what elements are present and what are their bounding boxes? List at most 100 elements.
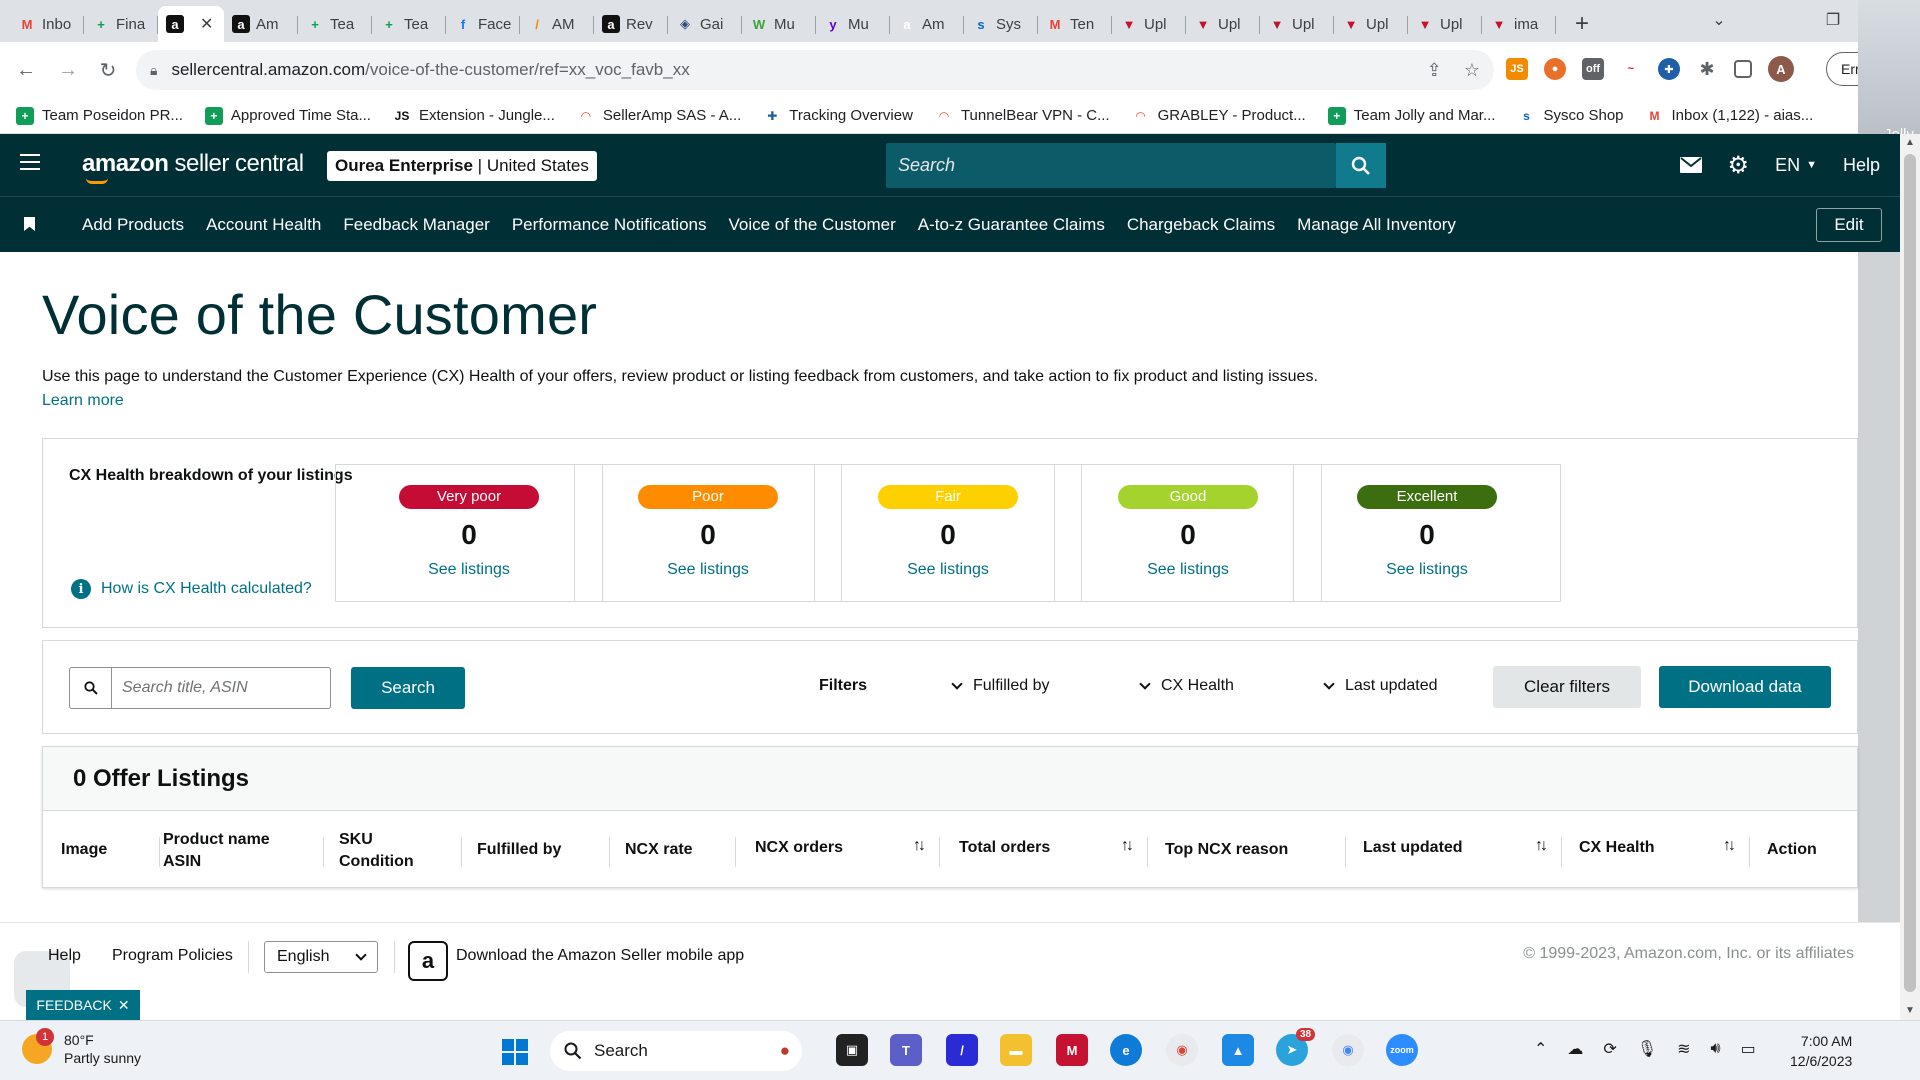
sort-icon[interactable]: ↑↓ (913, 837, 926, 855)
browser-tab[interactable]: y Mu (816, 6, 890, 42)
extensions-puzzle-icon[interactable]: ✱ (1696, 58, 1718, 80)
learn-more-link[interactable]: Learn more (42, 392, 124, 410)
bookmark-icon[interactable] (24, 217, 35, 231)
clear-filters-button[interactable]: Clear filters (1493, 666, 1641, 708)
wifi-icon[interactable]: ≋ (1677, 1039, 1690, 1059)
browser-tab[interactable]: ▼ Upl (1186, 6, 1260, 42)
taskbar-clock[interactable]: 7:00 AM 12/6/2023 (1790, 1031, 1852, 1071)
store-switcher[interactable]: Ourea Enterprise | United States (327, 151, 597, 181)
nav-link[interactable]: Chargeback Claims (1127, 215, 1275, 235)
close-tab-icon[interactable]: ✕ (200, 14, 213, 34)
col-product-name[interactable]: Product name ASIN (163, 829, 270, 873)
listing-search-input[interactable] (112, 668, 328, 708)
cx-health-filter[interactable]: CX Health (1139, 677, 1234, 695)
col-fulfilled-by[interactable]: Fulfilled by (477, 839, 561, 861)
fulfilled-by-filter[interactable]: Fulfilled by (951, 677, 1049, 695)
bookmark-item[interactable]: ✚ Tracking Overview (763, 107, 913, 125)
page-scrollbar[interactable]: ▲ ▼ (1900, 134, 1920, 1020)
browser-tab[interactable]: f Face (446, 6, 520, 42)
bookmark-item[interactable]: ◠ GRABLEY - Product... (1132, 107, 1306, 125)
share-icon[interactable]: ⇪ (1427, 60, 1442, 81)
help-link[interactable]: Help (1843, 155, 1880, 176)
amazon-app-icon[interactable]: a (408, 941, 448, 981)
bookmark-item[interactable]: ◠ SellerAmp SAS - A... (577, 107, 741, 125)
see-listings-link[interactable]: See listings (575, 561, 841, 579)
col-cx-health[interactable]: CX Health (1579, 837, 1655, 859)
download-data-button[interactable]: Download data (1659, 666, 1831, 708)
keepa-extension-icon[interactable]: ~ (1620, 58, 1642, 80)
mobile-app-link[interactable]: Download the Amazon Seller mobile app (456, 947, 744, 965)
bookmark-item[interactable]: + Team Jolly and Mar... (1327, 106, 1495, 125)
forward-arrow-icon[interactable]: → (48, 50, 88, 90)
side-panel-icon[interactable] (1734, 60, 1752, 78)
browser-tab[interactable]: a Am (224, 6, 298, 42)
weather-widget[interactable]: 1 80°F Partly sunny (22, 1028, 141, 1067)
nav-link[interactable]: Feedback Manager (343, 215, 489, 235)
nav-link[interactable]: Manage All Inventory (1297, 215, 1456, 235)
zoom-icon[interactable]: zoom (1386, 1034, 1418, 1066)
mcafee-icon[interactable]: M (1056, 1034, 1088, 1066)
chrome-profile-icon[interactable]: ◉ (1332, 1034, 1364, 1066)
mail-icon[interactable] (1679, 157, 1702, 173)
see-listings-link[interactable]: See listings (1055, 561, 1321, 579)
tracking-extension-icon[interactable]: ✚ (1658, 58, 1680, 80)
global-search-input[interactable] (886, 143, 1316, 188)
restore-window-icon[interactable]: ❐ (1810, 0, 1856, 40)
junglescout-extension-icon[interactable]: JS (1506, 58, 1528, 80)
scroll-thumb[interactable] (1904, 154, 1916, 992)
tab-search-chevron-icon[interactable]: ⌄ (1696, 0, 1742, 40)
col-total-orders[interactable]: Total orders (959, 837, 1050, 859)
windows-start-icon[interactable] (502, 1039, 528, 1065)
col-top-ncx-reason[interactable]: Top NCX reason (1165, 839, 1288, 861)
nav-link[interactable]: Performance Notifications (512, 215, 707, 235)
browser-tab[interactable]: / AM (520, 6, 594, 42)
microphone-icon[interactable]: 🎙︎ (1637, 1039, 1657, 1059)
sort-icon[interactable]: ↑↓ (1121, 837, 1134, 855)
language-selector[interactable]: EN ▼ (1775, 155, 1817, 176)
scroll-down-arrow-icon[interactable]: ▼ (1900, 1002, 1920, 1020)
footer-language-select[interactable]: English (264, 941, 378, 973)
close-icon[interactable]: ✕ (118, 997, 130, 1014)
browser-tab[interactable]: + Fina (84, 6, 158, 42)
footer-help-link[interactable]: Help (48, 947, 81, 965)
task-view-icon[interactable]: ▣ (836, 1034, 868, 1066)
see-listings-link[interactable]: See listings (1294, 561, 1560, 579)
see-listings-link[interactable]: See listings (815, 561, 1081, 579)
browser-tab[interactable]: ▼ Upl (1408, 6, 1482, 42)
url-omnibox[interactable]: 🔒︎ sellercentral.amazon.com/voice-of-the… (136, 50, 1494, 90)
seller-central-logo[interactable]: amazon seller central (82, 150, 304, 184)
browser-tab[interactable]: ▼ Upl (1112, 6, 1186, 42)
see-listings-link[interactable]: See listings (336, 561, 602, 579)
nav-link[interactable]: Voice of the Customer (728, 215, 895, 235)
search-button[interactable]: Search (351, 667, 465, 709)
chevron-up-icon[interactable]: ⌃ (1534, 1039, 1547, 1059)
battery-icon[interactable]: ▭ (1741, 1039, 1756, 1059)
edge-icon[interactable]: e (1110, 1034, 1142, 1066)
browser-tab[interactable]: ▼ ima (1482, 6, 1556, 42)
reload-icon[interactable]: ↻ (88, 50, 128, 90)
sync-icon[interactable]: ⟳ (1603, 1039, 1616, 1059)
telegram-icon[interactable]: ➤ 38 (1276, 1028, 1316, 1066)
sort-icon[interactable]: ↑↓ (1723, 837, 1736, 855)
off-extension-icon[interactable]: off (1582, 58, 1604, 80)
edit-nav-button[interactable]: Edit (1816, 208, 1882, 242)
new-tab-plus-icon[interactable]: + (1564, 6, 1600, 42)
pen-app-icon[interactable]: / (946, 1034, 978, 1066)
browser-tab[interactable]: a ✕ (158, 6, 224, 42)
cx-health-help-link[interactable]: i How is CX Health calculated? (71, 579, 312, 599)
browser-tab[interactable]: + Tea (372, 6, 446, 42)
browser-tab[interactable]: W Mu (742, 6, 816, 42)
program-policies-link[interactable]: Program Policies (112, 947, 233, 965)
profile-avatar[interactable]: A (1768, 56, 1794, 82)
last-updated-filter[interactable]: Last updated (1323, 677, 1438, 695)
browser-tab[interactable]: s Sys (964, 6, 1038, 42)
browser-tab[interactable]: a Rev (594, 6, 668, 42)
bookmark-item[interactable]: + Approved Time Sta... (204, 106, 371, 125)
menu-hamburger-icon[interactable] (20, 154, 40, 175)
col-last-updated[interactable]: Last updated (1363, 837, 1463, 859)
feedback-tab[interactable]: FEEDBACK ✕ (26, 990, 140, 1020)
bookmark-item[interactable]: s Sysco Shop (1517, 107, 1623, 125)
back-arrow-icon[interactable]: ← (6, 50, 46, 90)
bookmark-item[interactable]: + Team Poseidon PR... (16, 106, 183, 125)
teams-icon[interactable]: T (890, 1034, 922, 1066)
